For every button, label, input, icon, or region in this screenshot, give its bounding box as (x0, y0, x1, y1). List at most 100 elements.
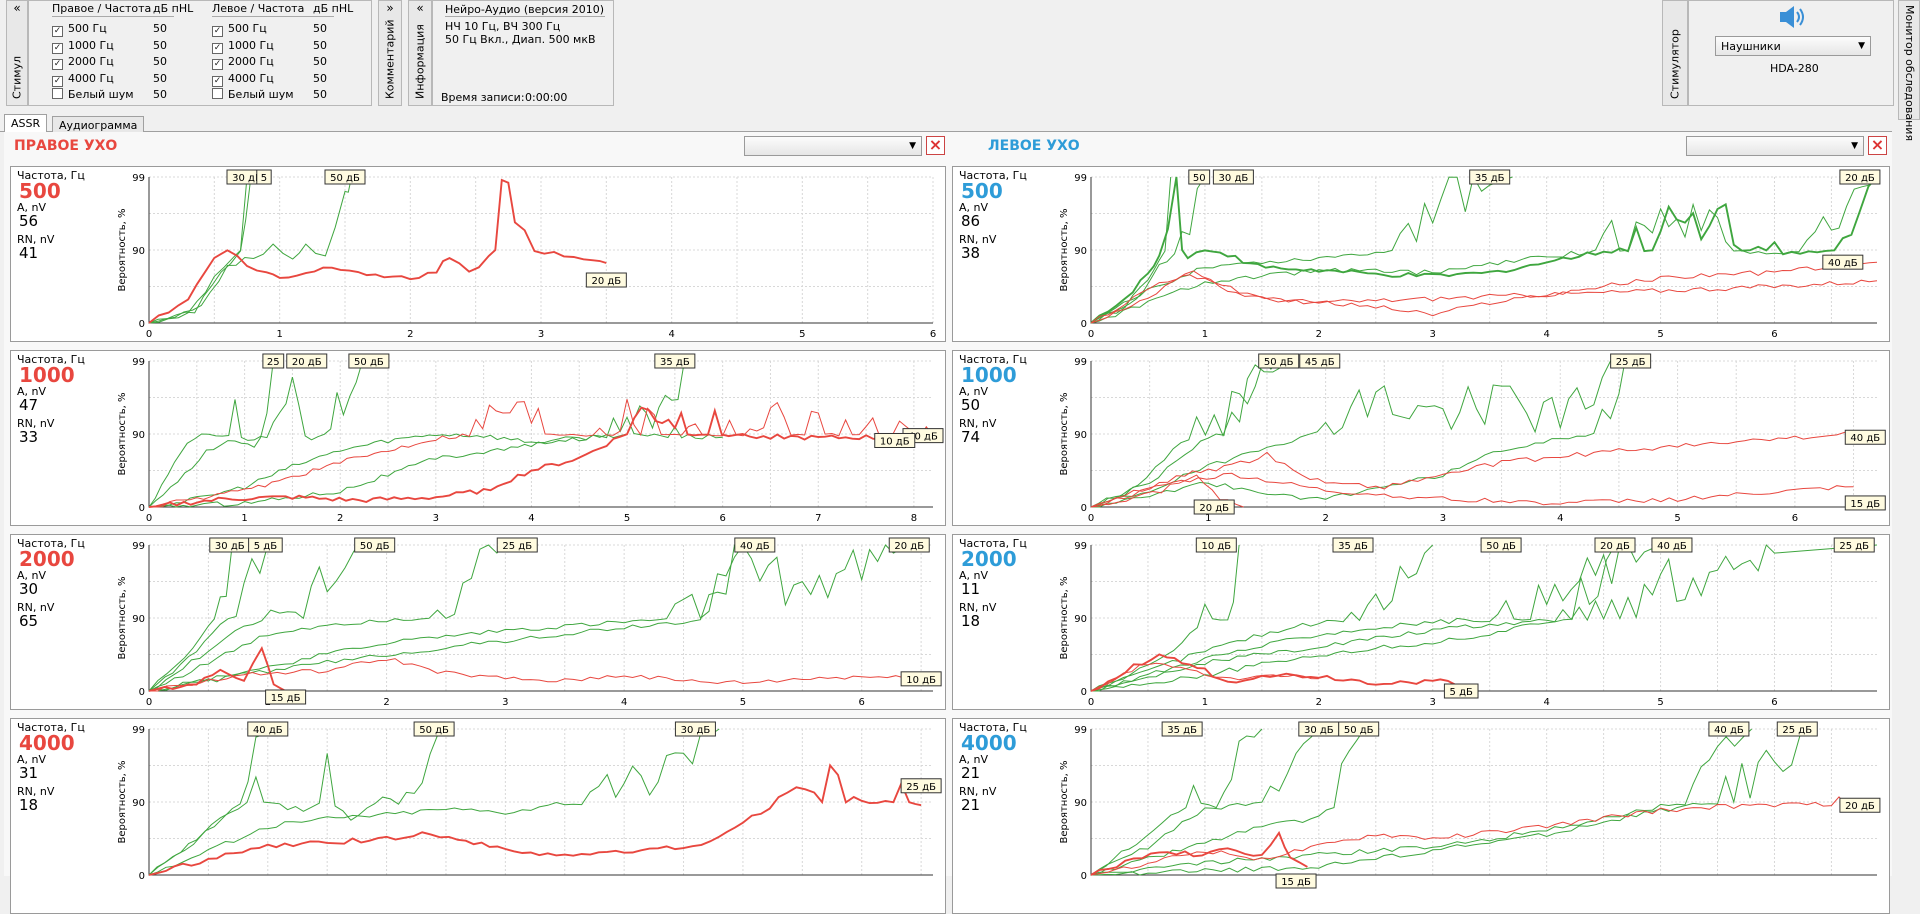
left-ear-select[interactable]: ▼ (1686, 136, 1864, 156)
stim-db-value: 50 (313, 71, 327, 85)
x-tick-label: 0 (1088, 697, 1094, 708)
tab-assr[interactable]: ASSR (4, 114, 48, 133)
svg-text:30 дБ: 30 дБ (1304, 725, 1334, 736)
y-tick-label: 90 (1074, 614, 1087, 625)
speaker-icon[interactable] (1777, 3, 1807, 31)
collapse-stimul-icon[interactable]: « (7, 1, 27, 15)
db-tag: 20 дБ (585, 272, 627, 288)
db-tag: 30 дБ (1298, 721, 1340, 737)
right-stim-row[interactable]: ✓ 4000 Гц (52, 72, 114, 87)
svg-text:50 дБ: 50 дБ (1486, 541, 1516, 552)
stimul-panel-strip[interactable]: « Стимул (6, 0, 28, 106)
x-tick-label: 0 (146, 329, 152, 340)
probability-plot: 0 90 99 Вероятность, % 35 дБ 30 дБ 50 дБ 40 дБ 2… (1059, 721, 1881, 889)
y-axis-label: Вероятность, % (1059, 760, 1070, 843)
left-stim-row[interactable]: ✓ 1000 Гц (212, 39, 274, 54)
left-stim-row[interactable]: ✓ 500 Гц (212, 22, 267, 37)
checkbox[interactable]: ✓ (52, 75, 63, 87)
y-tick-label: 99 (1074, 541, 1087, 552)
right-stim-row[interactable]: ✓ 1000 Гц (52, 39, 114, 54)
y-axis-label: Вероятность, % (1059, 208, 1070, 291)
x-tick-label: 5 (740, 697, 746, 708)
response-series-red (1090, 431, 1854, 508)
stim-freq-label: 500 Гц (228, 22, 267, 35)
checkbox[interactable]: ✓ (52, 42, 63, 54)
db-tag: 40 дБ (734, 537, 776, 553)
comment-panel-strip[interactable]: » Комментарий (378, 0, 402, 106)
monitor-side-tab[interactable]: Монитор обследования (1898, 0, 1920, 141)
svg-text:25 дБ: 25 дБ (1839, 541, 1869, 552)
checkbox[interactable]: ✓ (212, 26, 223, 37)
y-tick-label: 90 (1074, 246, 1087, 257)
db-tag: 20 дБ (286, 353, 328, 369)
checkbox[interactable]: ✓ (212, 59, 223, 70)
svg-text:20 дБ: 20 дБ (1845, 173, 1875, 184)
expand-comment-icon[interactable]: » (379, 1, 401, 15)
right-ear-select[interactable]: ▼ (744, 136, 922, 156)
db-tag: 25 дБ (1833, 537, 1875, 553)
db-tag: 5 дБ (248, 537, 283, 553)
stim-freq-label: Белый шум (228, 88, 294, 101)
left-stim-row[interactable]: Белый шум (212, 88, 294, 101)
db-tag: 30 дБ (209, 537, 251, 553)
db-tag: 10 дБ (900, 671, 942, 687)
checkbox[interactable] (212, 88, 223, 99)
checkbox[interactable]: ✓ (212, 42, 223, 54)
right-ear-close-button[interactable]: × (926, 136, 945, 155)
checkbox[interactable] (52, 88, 63, 99)
svg-text:40 дБ: 40 дБ (1850, 433, 1880, 444)
right-stim-row[interactable]: ✓ 500 Гц (52, 22, 107, 37)
left-ear-chart-500: Частота, Гц 500 A, nV 86 RN, nV 38 0 90 99 0 1 2 3 4 5… (952, 166, 1890, 342)
svg-text:50 дБ: 50 дБ (330, 173, 360, 184)
response-series-red (149, 658, 922, 692)
x-tick-label: 8 (911, 513, 917, 524)
svg-text:30 дБ: 30 дБ (1219, 173, 1249, 184)
x-tick-label: 4 (668, 329, 674, 340)
svg-text:40 дБ: 40 дБ (253, 725, 283, 736)
checkbox[interactable]: ✓ (212, 75, 223, 87)
y-tick-label: 99 (132, 541, 145, 552)
svg-text:45 дБ: 45 дБ (1305, 357, 1335, 368)
left-ear-close-button[interactable]: × (1868, 136, 1887, 155)
x-tick-label: 2 (1322, 513, 1328, 524)
right-stim-row[interactable]: ✓ 2000 Гц (52, 55, 114, 70)
db-tag: 50 дБ (354, 537, 396, 553)
x-tick-label: 6 (1771, 697, 1777, 708)
y-tick-label: 90 (1074, 798, 1087, 809)
y-tick-label: 0 (1081, 871, 1087, 882)
x-tick-label: 3 (1430, 329, 1436, 340)
y-tick-label: 0 (1081, 503, 1087, 514)
info-panel-strip[interactable]: « Информация (408, 0, 432, 106)
probability-plot: 0 90 99 0 1 2 3 4 5 6 Вероятность, % 50 30 дБ 35 дБ 20… (1059, 169, 1881, 340)
stim-db-value: 50 (153, 38, 167, 52)
response-series-red (148, 178, 607, 324)
right-stim-row[interactable]: Белый шум (52, 88, 134, 101)
checkbox[interactable]: ✓ (52, 26, 63, 37)
svg-text:30 дБ: 30 дБ (681, 725, 711, 736)
y-axis-label: Вероятность, % (117, 208, 128, 291)
svg-text:25 дБ: 25 дБ (1616, 357, 1646, 368)
x-tick-label: 2 (1316, 329, 1322, 340)
checkbox[interactable]: ✓ (52, 59, 63, 70)
left-stim-row[interactable]: ✓ 2000 Гц (212, 55, 274, 70)
db-tag: 10 дБ (874, 432, 916, 448)
db-tag: 20 дБ (1839, 797, 1881, 813)
db-tag: 20 дБ (1193, 499, 1235, 515)
response-series-red (148, 406, 895, 508)
svg-text:50 дБ: 50 дБ (360, 541, 390, 552)
stim-db-value: 50 (313, 55, 327, 68)
collapse-info-icon[interactable]: « (409, 1, 431, 15)
stimulator-panel-strip[interactable]: Стимулятор (1662, 0, 1688, 106)
svg-text:35 дБ: 35 дБ (1475, 173, 1505, 184)
db-tag: 20 дБ (1594, 537, 1636, 553)
left-stim-row[interactable]: ✓ 4000 Гц (212, 72, 274, 87)
stimulator-select[interactable]: Наушники ▼ (1715, 36, 1871, 56)
db-tag: 35 дБ (1332, 537, 1374, 553)
probability-plot: 0 90 99 Вероятность, % 40 дБ 50 дБ 30 дБ 25 дБ (117, 721, 942, 882)
y-tick-label: 0 (139, 687, 145, 698)
comment-panel-label: Комментарий (383, 19, 397, 99)
response-series-red (1090, 270, 1878, 324)
info-panel-label: Информация (413, 24, 427, 99)
chevron-down-icon: ▼ (1858, 41, 1865, 51)
x-tick-label: 1 (276, 329, 282, 340)
